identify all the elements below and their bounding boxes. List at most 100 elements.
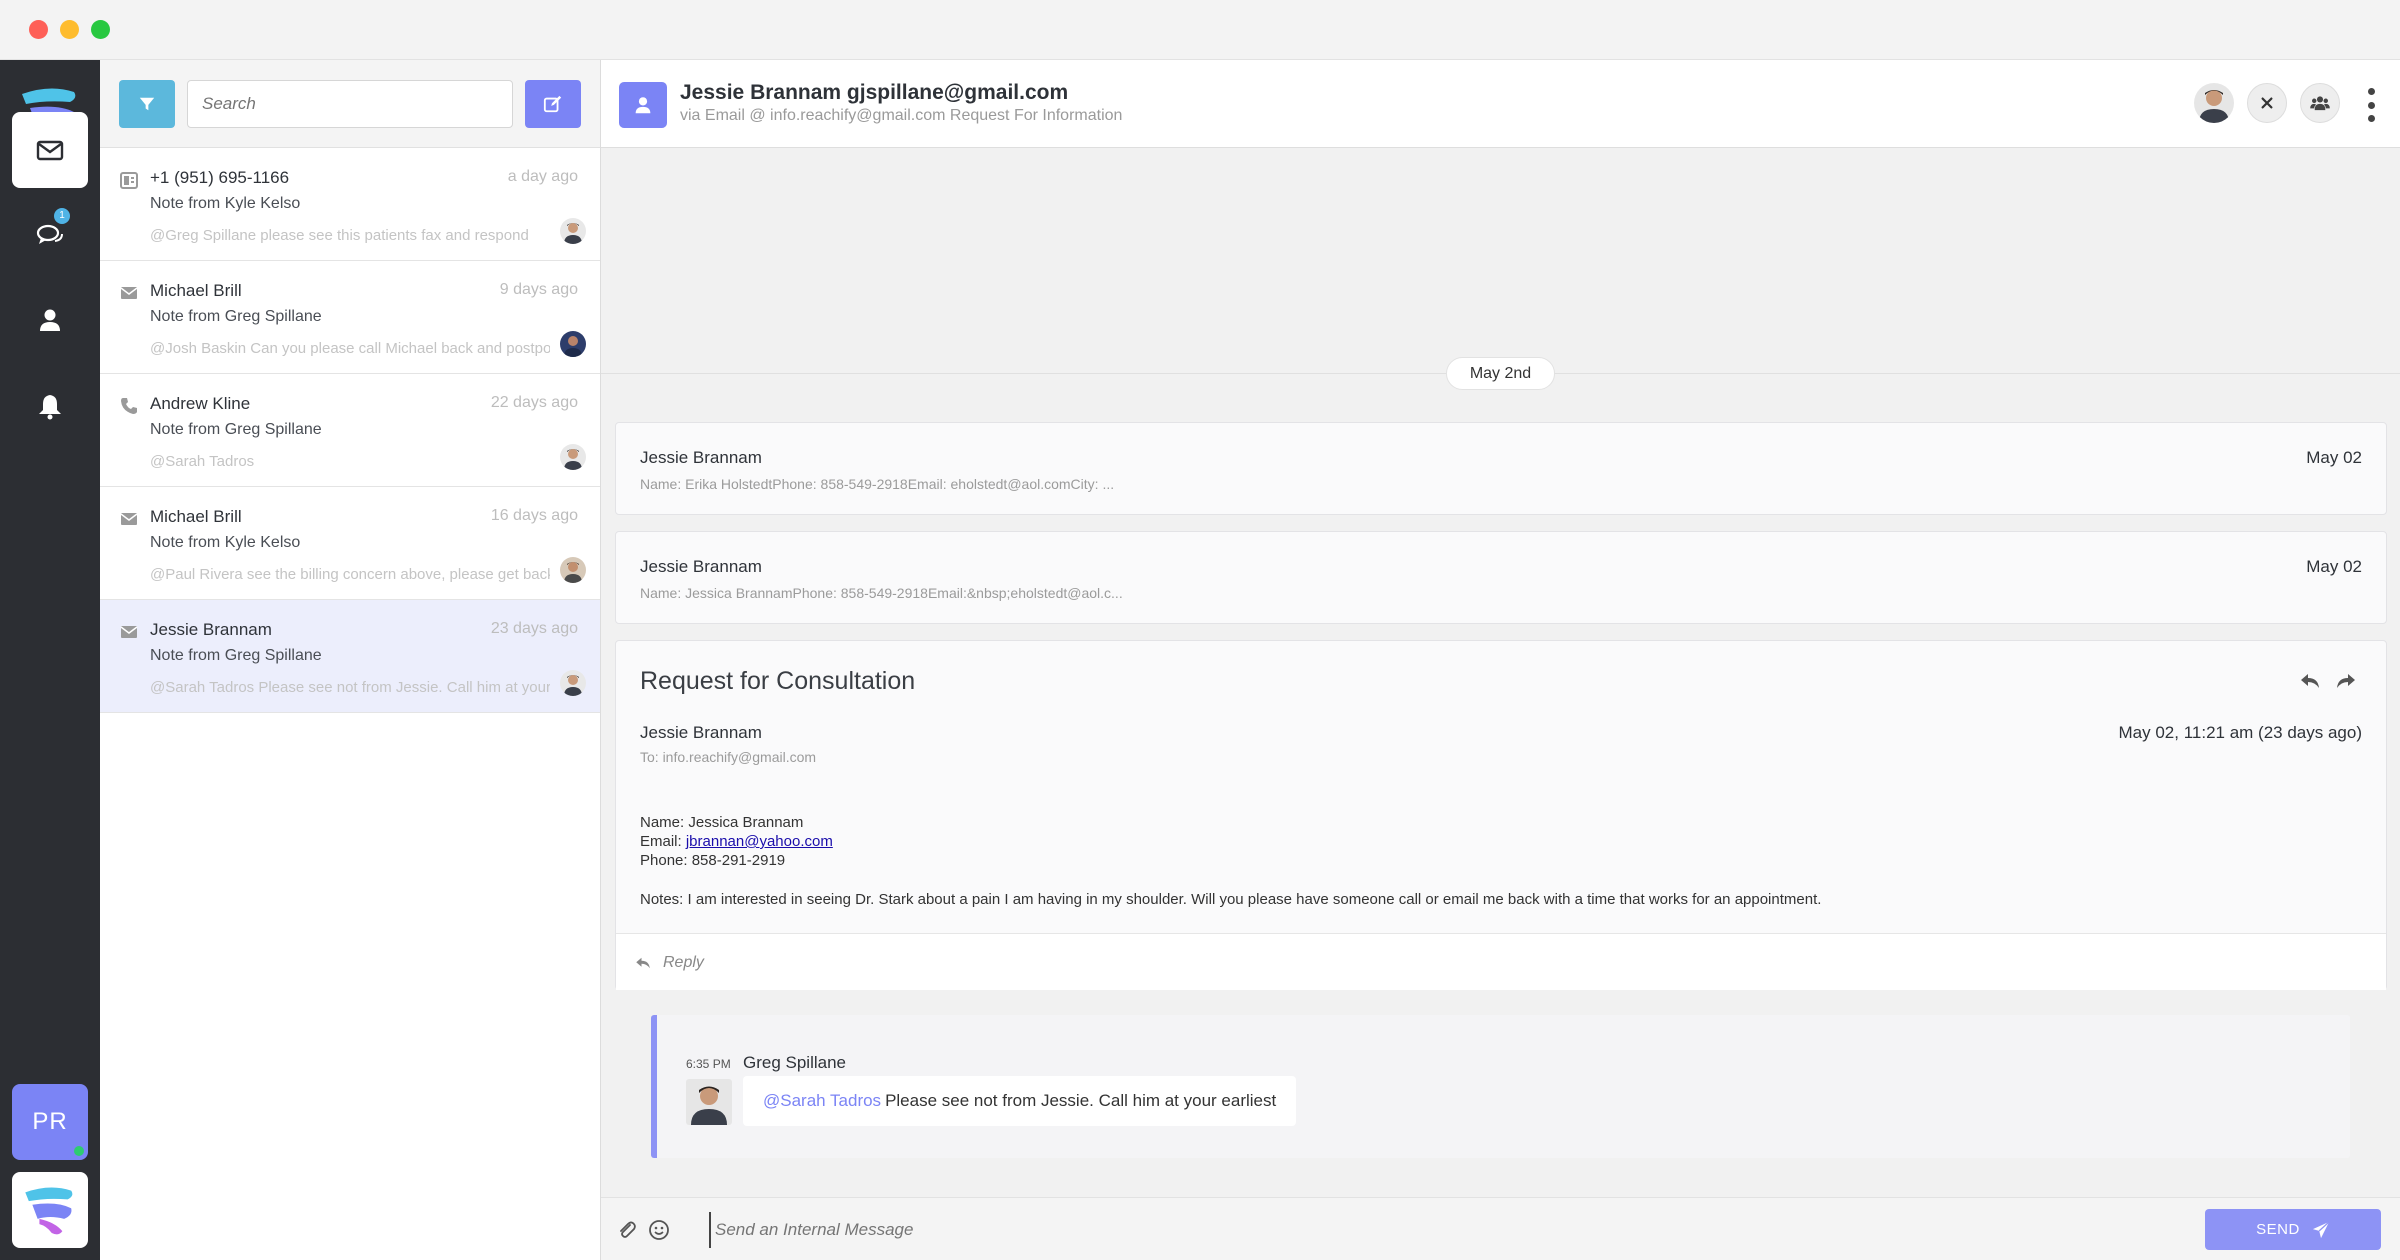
avatar [560,218,586,244]
internal-message-input[interactable] [709,1212,1799,1248]
conversation-subtitle: Note from Kyle Kelso [150,534,301,551]
edit-icon [543,95,562,113]
conversation-list: +1 (951) 695-1166 a day ago Note from Ky… [100,148,600,713]
conversation-preview: @Paul Rivera see the billing concern abo… [150,566,550,583]
email-link[interactable]: jbrannan@yahoo.com [686,833,833,850]
assignee-avatar[interactable] [2194,83,2234,123]
contact-avatar[interactable] [619,82,667,128]
thread-title: Jessie Brannam gjspillane@gmail.com [680,81,1069,104]
conversation-subtitle: Note from Greg Spillane [150,308,322,325]
online-status-dot [74,1146,84,1156]
envelope-icon [120,287,138,299]
list-item[interactable]: Michael Brill 16 days ago Note from Kyle… [100,487,600,600]
conversation-time: 9 days ago [499,281,578,298]
more-options-icon[interactable] [2361,88,2381,122]
email-date: May 02, 11:21 am (23 days ago) [2118,723,2363,742]
conversation-subtitle: Note from Kyle Kelso [150,195,301,212]
email-label: Email: [640,833,686,850]
conversation-time: 23 days ago [490,620,578,637]
message-sender: Jessie Brannam [640,557,762,576]
avatar [560,557,586,583]
thread-header: Jessie Brannam gjspillane@gmail.com via … [601,60,2400,148]
avatar [560,444,586,470]
note-author: Greg Spillane [743,1053,847,1072]
list-item[interactable]: +1 (951) 695-1166 a day ago Note from Ky… [100,148,600,261]
close-conversation-button[interactable] [2247,83,2287,123]
filter-button[interactable] [119,80,175,128]
note-text: Please see not from Jessie. Call him at … [885,1091,1277,1110]
rail-chat-button[interactable]: 1 [12,196,88,272]
internal-note: 6:35 PM Greg Spillane @Sarah Tadros Plea… [651,1015,2350,1158]
rail-notifications-button[interactable] [12,368,88,444]
user-icon [40,309,60,331]
reply-button[interactable]: Reply [616,933,2386,990]
paper-plane-icon [2312,1220,2330,1238]
compose-button[interactable] [525,80,581,128]
list-item[interactable]: Jessie Brannam 23 days ago Note from Gre… [100,600,600,713]
conversation-time: a day ago [507,168,578,185]
rail-inbox-button[interactable] [12,112,88,188]
conversation-name: +1 (951) 695-1166 [150,168,290,187]
list-item[interactable]: Michael Brill 9 days ago Note from Greg … [100,261,600,374]
conversation-subtitle: Note from Greg Spillane [150,647,322,664]
window-titlebar [0,0,2400,60]
avatar [560,670,586,696]
message-card[interactable]: Jessie Brannam May 02 Name: Erika Holste… [615,422,2387,515]
rail-contacts-button[interactable] [12,282,88,358]
reply-icon[interactable] [2298,669,2322,693]
conversation-name: Jessie Brannam [150,620,272,639]
email-subject: Request for Consultation [640,667,916,695]
emoji-icon[interactable] [648,1219,670,1241]
conversation-name: Andrew Kline [150,394,251,413]
window-close-button[interactable] [29,20,48,39]
user-avatar[interactable]: PR [12,1084,88,1160]
email-message: Request for Consultation Jessie Brannam … [615,640,2387,990]
thread-subtitle: via Email @ info.reachify@gmail.com Requ… [680,107,1123,124]
envelope-icon [120,513,138,525]
conversation-subtitle: Note from Greg Spillane [150,421,322,438]
group-icon [2310,96,2330,111]
conversation-preview: @Greg Spillane please see this patients … [150,227,529,244]
avatar [686,1079,732,1125]
user-icon [635,97,651,114]
send-button[interactable]: SEND [2205,1209,2381,1250]
message-composer: SEND [601,1197,2400,1260]
send-label: SEND [2256,1221,2300,1238]
note-time: 6:35 PM [686,1057,731,1071]
paperclip-icon[interactable] [617,1220,637,1240]
message-card[interactable]: Jessie Brannam May 02 Name: Jessica Bran… [615,531,2387,624]
email-body: Name: Jessica Brannam Email: jbrannan@ya… [640,813,833,870]
avatar [560,331,586,357]
conversation-list-pane: +1 (951) 695-1166 a day ago Note from Ky… [100,60,601,1260]
conversation-name: Michael Brill [150,507,242,526]
conversation-preview: @Sarah Tadros [150,453,255,470]
window-minimize-button[interactable] [60,20,79,39]
note-bubble: @Sarah Tadros Please see not from Jessie… [743,1076,1297,1126]
forward-icon[interactable] [2334,669,2358,693]
phone-icon [121,398,137,414]
conversation-preview: @Josh Baskin Can you please call Michael… [150,340,550,357]
bell-icon [39,395,61,420]
window-zoom-button[interactable] [91,20,110,39]
date-divider: May 2nd [1446,357,1555,390]
search-input[interactable] [187,80,513,128]
email-phone-line: Phone: 858-291-2919 [640,852,786,869]
message-preview: Name: Erika HolstedtPhone: 858-549-2918E… [640,476,1115,492]
app-switcher-logo[interactable] [12,1172,88,1248]
envelope-icon [120,626,138,638]
email-email-line: Email: jbrannan@yahoo.com [640,832,833,851]
message-preview: Name: Jessica BrannamPhone: 858-549-2918… [640,585,1123,601]
reply-label: Reply [663,954,704,971]
email-recipient: To: info.reachify@gmail.com [640,749,817,765]
filter-icon [139,97,155,111]
list-item[interactable]: Andrew Kline 22 days ago Note from Greg … [100,374,600,487]
team-button[interactable] [2300,83,2340,123]
chat-badge: 1 [54,208,70,224]
message-date: May 02 [2306,557,2362,576]
conversation-preview: @Sarah Tadros Please see not from Jessie… [150,679,550,696]
user-initials: PR [32,1108,68,1135]
list-toolbar [100,60,600,148]
email-notes: Notes: I am interested in seeing Dr. Sta… [640,891,1822,908]
note-mention[interactable]: @Sarah Tadros [763,1091,881,1111]
reply-icon [636,957,650,969]
